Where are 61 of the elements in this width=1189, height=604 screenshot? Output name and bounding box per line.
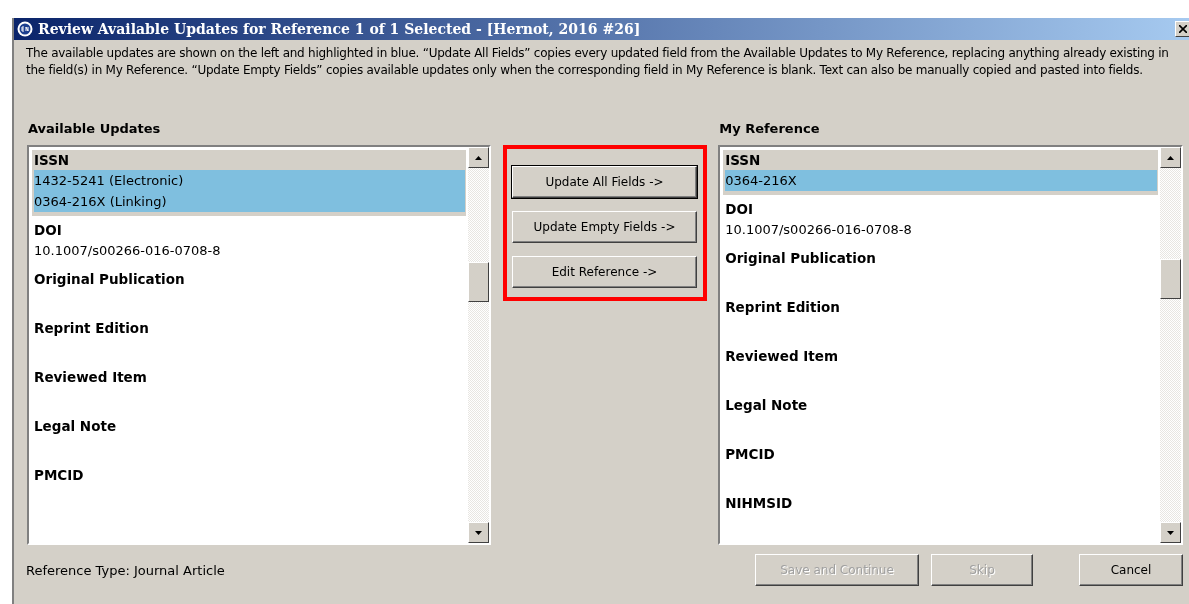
field-entry[interactable]: Reprint Edition: [723, 297, 1158, 346]
scroll-up-button[interactable]: [467, 147, 489, 168]
field-entry[interactable]: Reviewed Item: [723, 346, 1158, 395]
down-arrow-icon: [474, 530, 482, 535]
field-label: PMCID: [725, 445, 776, 464]
field-value: 10.1007/s00266-016-0708-8: [34, 242, 221, 260]
scroll-thumb[interactable]: [467, 262, 489, 302]
field-entry[interactable]: Legal Note: [723, 395, 1158, 444]
up-arrow-icon: [1167, 155, 1174, 160]
field-label: Reprint Edition: [725, 298, 841, 317]
field-entry[interactable]: Legal Note: [32, 416, 466, 465]
list-heading: Available Updates: [27, 121, 162, 138]
scroll-down-button[interactable]: [1160, 522, 1181, 543]
field-label: Legal Note: [725, 396, 809, 415]
field-label: Legal Note: [34, 417, 118, 436]
instructions-text: The available updates are shown on the left and highlighted in blue. “Update All Fields” copies every updated field from the Available Updates to My Reference, replacing anything already existing in the field(s) in My Reference. “Update Empty Fields” copies available updates only when the corresponding field in My Reference is blank. Text can also be manually copied and pasted into fields.: [25, 45, 1170, 79]
scroll-up-button[interactable]: [1160, 147, 1181, 168]
scrollbar[interactable]: [1160, 147, 1181, 543]
scroll-down-button[interactable]: [467, 522, 489, 543]
field-value: 0364-216X: [725, 172, 797, 190]
dialog-button[interactable]: Cancel: [1079, 554, 1183, 586]
field-entry[interactable]: DOI 10.1007/s00266-016-0708-8: [32, 220, 466, 269]
field-entry[interactable]: Reviewed Item: [32, 367, 466, 416]
field-label: Reprint Edition: [34, 319, 150, 338]
field-label: DOI: [34, 221, 63, 240]
action-button[interactable]: Update Empty Fields ->: [512, 211, 697, 243]
field-value: 1432-5241 (Electronic): [34, 172, 184, 190]
field-list[interactable]: ISSN 1432-5241 (Electronic) 0364-216X (Linking) DOI 10.1007/s00266-016-0708-8 Original Publication Reprint Edition Reviewed Item Legal Note PMCID: [27, 145, 491, 545]
field-label: Reviewed Item: [725, 347, 840, 366]
list-heading: My Reference: [718, 121, 821, 138]
action-button[interactable]: Update All Fields ->: [512, 166, 697, 198]
close-button[interactable]: [1175, 21, 1189, 37]
field-value: 10.1007/s00266-016-0708-8: [725, 221, 912, 239]
field-label: NIHMSID: [725, 494, 794, 513]
field-label: ISSN: [725, 151, 762, 170]
field-entry[interactable]: DOI 10.1007/s00266-016-0708-8: [723, 199, 1158, 248]
field-label: Reviewed Item: [34, 368, 148, 387]
window-title: Review Available Updates for Reference 1 of 1 Selected - [Hernot, 2016 #26]: [38, 21, 642, 37]
field-entry[interactable]: ISSN 0364-216X: [723, 150, 1158, 195]
field-label: PMCID: [34, 466, 85, 485]
scroll-thumb[interactable]: [1160, 259, 1181, 299]
field-entry[interactable]: PMCID: [723, 444, 1158, 493]
field-entry[interactable]: ISSN 1432-5241 (Electronic) 0364-216X (Linking): [32, 150, 466, 216]
close-icon: [1179, 25, 1187, 33]
field-label: Original Publication: [725, 249, 877, 268]
action-button[interactable]: Edit Reference ->: [512, 256, 697, 288]
field-label: Original Publication: [34, 270, 186, 289]
field-entry[interactable]: PMCID: [32, 465, 466, 514]
field-label: ISSN: [34, 151, 71, 170]
field-entry[interactable]: NIHMSID: [723, 493, 1158, 542]
field-label: DOI: [725, 200, 754, 219]
field-list[interactable]: ISSN 0364-216X DOI 10.1007/s00266-016-0708-8 Original Publication Reprint Edition Reviewed Item Legal Note PMCID NIHMSID: [718, 145, 1183, 545]
field-entry[interactable]: Original Publication: [32, 269, 466, 318]
field-entry[interactable]: Original Publication: [723, 248, 1158, 297]
scrollbar[interactable]: [467, 147, 489, 543]
app-logo-icon: [17, 21, 33, 37]
field-value: 0364-216X (Linking): [34, 193, 167, 211]
down-arrow-icon: [1167, 530, 1174, 535]
up-arrow-icon: [474, 155, 482, 160]
field-entry[interactable]: Reprint Edition: [32, 318, 466, 367]
reference-type-label: Reference Type: Journal Article: [26, 562, 226, 578]
